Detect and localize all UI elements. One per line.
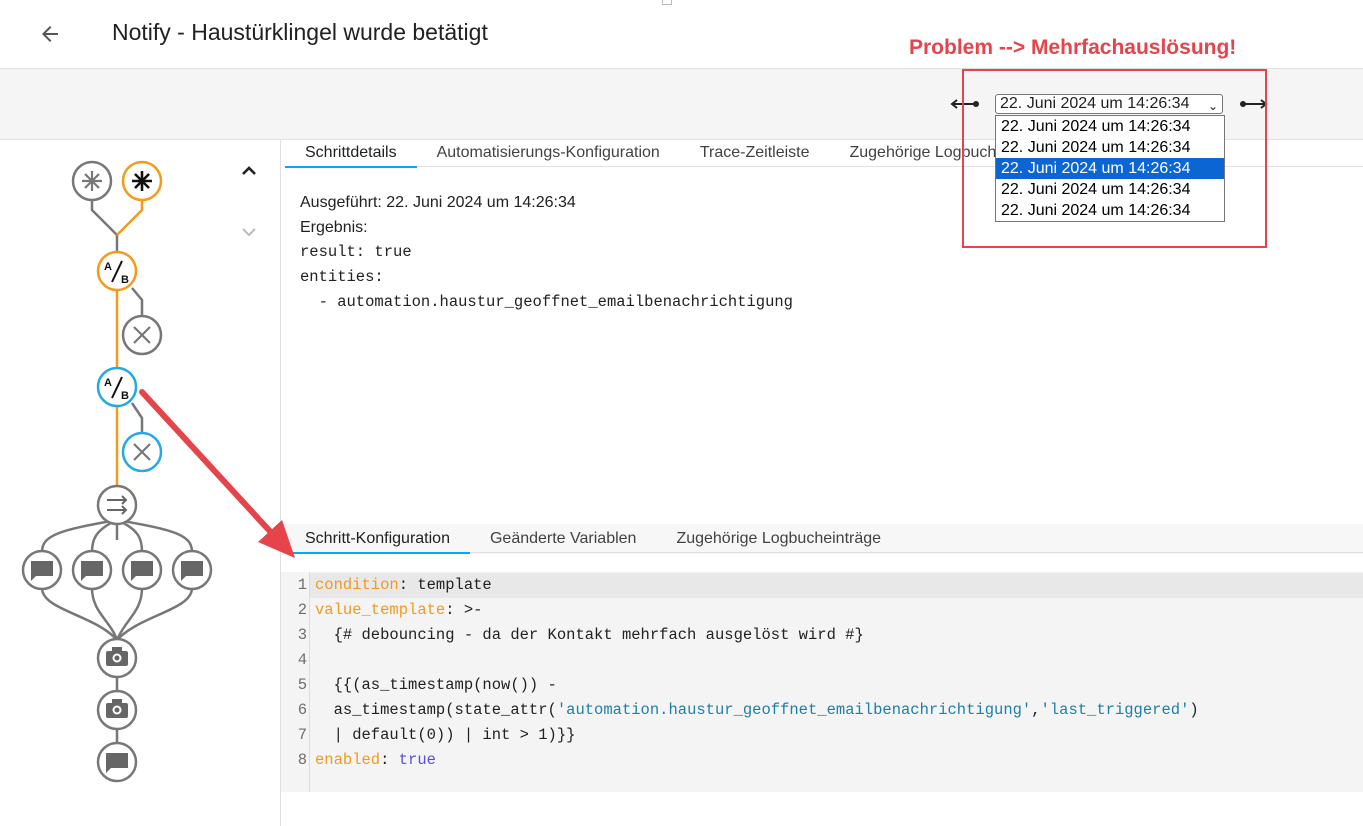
entities-label: entities: [300, 268, 384, 286]
code-line: 8 enabled: true [297, 751, 436, 769]
message-node-5[interactable] [96, 741, 138, 783]
code-line: 7 | default(0)) | int > 1)}} [297, 726, 576, 744]
trigger-icon [82, 171, 102, 191]
run-dropdown-list: 22. Juni 2024 um 14:26:34 22. Juni 2024 … [995, 115, 1225, 222]
run-option-highlighted[interactable]: 22. Juni 2024 um 14:26:34 [996, 158, 1224, 179]
run-option[interactable]: 22. Juni 2024 um 14:26:34 [996, 200, 1224, 221]
run-select-value: 22. Juni 2024 um 14:26:34 [1000, 95, 1190, 112]
disabled-node-1[interactable] [121, 314, 163, 356]
window-grip [662, 0, 672, 5]
chevron-down-icon [242, 228, 256, 237]
svg-text:A: A [104, 377, 112, 389]
code-line: 2 value_template: >- [297, 601, 483, 619]
back-button[interactable] [28, 14, 72, 54]
result-label: Ergebnis: [300, 219, 368, 236]
chevron-down-icon: ⌄ [1207, 99, 1218, 113]
code-line: 4 [297, 651, 307, 669]
page-title: Notify - Haustürklingel wurde betätigt [112, 19, 488, 45]
run-option[interactable]: 22. Juni 2024 um 14:26:34 [996, 137, 1224, 158]
tab-automation-config[interactable]: Automatisierungs-Konfiguration [417, 140, 680, 166]
code-line: 5 {{(as_timestamp(now()) - [297, 676, 557, 694]
first-run-icon [950, 99, 979, 109]
code-line: 1 condition: template [297, 576, 492, 594]
annotation-arrow [139, 389, 295, 558]
svg-text:A: A [104, 261, 112, 273]
tab-changed-variables[interactable]: Geänderte Variablen [470, 526, 656, 552]
tab-related-logbook[interactable]: Zugehörige Logbucheinträge [656, 526, 901, 552]
last-run-button[interactable] [1238, 94, 1270, 114]
trigger-node-1[interactable] [71, 160, 113, 202]
svg-text:B: B [121, 390, 129, 402]
code-line: 6 as_timestamp(state_attr('automation.ha… [297, 701, 1199, 719]
message-node-2[interactable] [71, 549, 113, 591]
tab-step-details[interactable]: Schrittdetails [285, 140, 417, 168]
entity-item: - automation.haustur_geoffnet_emailbenac… [300, 293, 793, 311]
result-value: result: true [300, 243, 412, 261]
run-option[interactable]: 22. Juni 2024 um 14:26:34 [996, 116, 1224, 137]
executed-text: Ausgeführt: 22. Juni 2024 um 14:26:34 [300, 194, 576, 211]
tab-step-config[interactable]: Schritt-Konfiguration [285, 526, 470, 554]
annotation-text: Problem --> Mehrfachauslösung! [909, 36, 1237, 59]
tab-trace-timeline[interactable]: Trace-Zeitleiste [680, 140, 830, 166]
trigger-icon [132, 171, 152, 191]
first-run-button[interactable] [948, 94, 980, 114]
config-tabs: Schritt-Konfiguration Geänderte Variable… [285, 526, 1363, 554]
svg-text:B: B [121, 274, 129, 286]
run-option[interactable]: 22. Juni 2024 um 14:26:34 [996, 179, 1224, 200]
previous-node-button[interactable] [236, 158, 262, 182]
step-details: Ausgeführt: 22. Juni 2024 um 14:26:34 Er… [300, 190, 793, 315]
code-line: 3 {# debouncing - da der Kontakt mehrfac… [297, 626, 864, 644]
message-node-1[interactable] [21, 549, 63, 591]
condition-node-1[interactable]: AB [96, 250, 138, 292]
last-run-icon [1240, 99, 1268, 109]
camera-node-1[interactable] [96, 637, 138, 679]
camera-node-2[interactable] [96, 689, 138, 731]
trigger-node-2[interactable] [121, 160, 163, 202]
arrow-left-icon [42, 26, 58, 42]
run-select[interactable]: 22. Juni 2024 um 14:26:34 ⌄ [995, 94, 1223, 114]
chevron-up-icon [242, 166, 256, 175]
next-node-button[interactable] [236, 220, 262, 244]
